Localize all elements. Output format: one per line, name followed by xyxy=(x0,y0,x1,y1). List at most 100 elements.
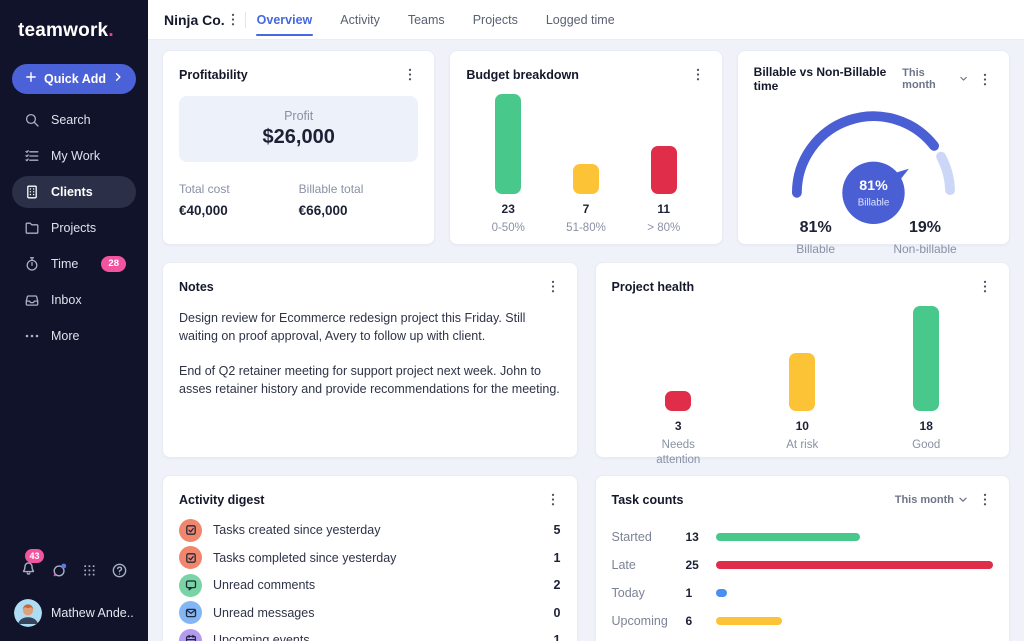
total-cost-metric: Total cost €40,000 xyxy=(179,182,299,218)
envelope-icon xyxy=(179,601,202,624)
digest-row-tasks-completed[interactable]: Tasks completed since yesterday 1 xyxy=(179,545,561,572)
chevron-down-icon xyxy=(959,497,967,503)
digest-row-upcoming-events[interactable]: Upcoming events 1 xyxy=(179,627,561,641)
kebab-menu-icon[interactable] xyxy=(545,277,561,296)
ellipsis-icon xyxy=(24,328,40,344)
task-status-label: Upcoming xyxy=(612,614,686,628)
task-status-label: Late xyxy=(612,558,686,572)
planner-orbit-icon[interactable] xyxy=(51,562,68,579)
project-health-card: Project health 3 Needs attention 10 At r xyxy=(595,262,1011,458)
activity-digest-card: Activity digest Tasks created since yest… xyxy=(162,475,578,641)
kebab-menu-icon[interactable] xyxy=(545,490,561,509)
logo-text: teamwork xyxy=(18,20,108,41)
time-badge: 28 xyxy=(101,256,126,272)
metric-label: Total cost xyxy=(179,182,299,196)
task-completed-icon xyxy=(179,546,202,569)
digest-value: 1 xyxy=(554,551,561,565)
chevron-right-icon xyxy=(112,70,124,88)
help-icon[interactable] xyxy=(111,562,128,579)
profitability-card: Profitability Profit $26,000 Total cost … xyxy=(162,50,435,245)
bar-column: 10 At risk xyxy=(745,306,859,468)
kebab-menu-icon[interactable] xyxy=(977,490,993,509)
tab-projects[interactable]: Projects xyxy=(472,9,519,31)
calendar-icon xyxy=(179,629,202,641)
task-row-started: Started 13 xyxy=(612,523,994,551)
kebab-menu-icon[interactable] xyxy=(690,65,706,84)
period-select[interactable]: This month xyxy=(902,67,967,91)
card-title: Budget breakdown xyxy=(466,68,579,82)
inbox-icon xyxy=(24,292,40,308)
billable-total-metric: Billable total €66,000 xyxy=(299,182,419,218)
card-title: Task counts xyxy=(612,493,684,507)
sidebar-item-more[interactable]: More xyxy=(12,320,136,352)
card-title: Activity digest xyxy=(179,493,264,507)
task-status-label: Today xyxy=(612,586,686,600)
bar-needs-attention xyxy=(665,391,691,411)
sidebar-item-my-work[interactable]: My Work xyxy=(12,140,136,172)
digest-label: Upcoming events xyxy=(213,633,310,641)
task-counts-bar-chart: Started 13 Late 25 Today 1 xyxy=(612,523,994,635)
metric-value: €66,000 xyxy=(299,203,419,218)
apps-grid-icon[interactable] xyxy=(82,563,97,578)
task-row-today: Today 1 xyxy=(612,579,994,607)
pct-value: 19% xyxy=(885,219,965,237)
period-label: This month xyxy=(902,67,955,91)
clients-icon xyxy=(24,184,40,200)
digest-row-tasks-created[interactable]: Tasks created since yesterday 5 xyxy=(179,517,561,544)
bar-column: 7 51-80% xyxy=(550,94,622,236)
tab-logged-time[interactable]: Logged time xyxy=(545,9,616,31)
tab-activity[interactable]: Activity xyxy=(339,9,381,31)
digest-row-unread-messages[interactable]: Unread messages 0 xyxy=(179,600,561,627)
page-title: Ninja Co. xyxy=(164,12,225,28)
tab-teams[interactable]: Teams xyxy=(407,9,446,31)
task-counts-card: Task counts This month Started 13 xyxy=(595,475,1011,641)
quick-add-label: Quick Add xyxy=(44,72,106,86)
sidebar-item-time[interactable]: Time 28 xyxy=(12,248,136,280)
sidebar-item-inbox[interactable]: Inbox xyxy=(12,284,136,316)
note-paragraph: Design review for Ecommerce redesign pro… xyxy=(179,309,561,345)
bar-category: Needs attention xyxy=(638,438,718,468)
card-title: Billable vs Non-Billable time xyxy=(754,65,903,93)
gauge-arc-nonbillable xyxy=(941,157,950,191)
kebab-menu-icon[interactable] xyxy=(977,277,993,296)
kebab-menu-icon[interactable] xyxy=(977,70,993,89)
activity-digest-list: Tasks created since yesterday 5 Tasks co… xyxy=(179,517,561,641)
gauge-center-label: Billable xyxy=(858,197,890,208)
teamwork-logo[interactable]: teamwork. xyxy=(0,0,148,42)
digest-row-unread-comments[interactable]: Unread comments 2 xyxy=(179,572,561,599)
stopwatch-icon xyxy=(24,256,40,272)
tab-bar: Overview Activity Teams Projects Logged … xyxy=(256,9,616,31)
bar-category: At risk xyxy=(786,438,818,453)
sidebar-item-search[interactable]: Search xyxy=(12,104,136,136)
sidebar-item-label: Inbox xyxy=(51,293,82,307)
task-count-value: 13 xyxy=(686,530,716,544)
notifications-bell-icon[interactable]: 43 xyxy=(20,559,37,581)
task-row-late: Late 25 xyxy=(612,551,994,579)
bar-value: 23 xyxy=(502,202,515,216)
billable-gauge-chart: 81% Billable 81% Billable 19% Non-billab… xyxy=(754,93,993,243)
digest-value: 0 xyxy=(554,606,561,620)
quick-add-button[interactable]: Quick Add xyxy=(12,64,136,94)
sidebar-item-projects[interactable]: Projects xyxy=(12,212,136,244)
bar-0-50 xyxy=(495,94,521,194)
user-name: Mathew Ande... xyxy=(51,606,134,620)
gauge-center-pct: 81% xyxy=(859,178,888,194)
profit-summary: Profit $26,000 xyxy=(179,96,418,162)
bar-value: 11 xyxy=(657,202,670,216)
profit-value: $26,000 xyxy=(263,126,335,149)
bar-51-80 xyxy=(573,164,599,194)
dashboard-content: Profitability Profit $26,000 Total cost … xyxy=(148,40,1024,641)
tab-overview[interactable]: Overview xyxy=(256,9,314,31)
bar-value: 7 xyxy=(583,202,590,216)
notes-card: Notes Design review for Ecommerce redesi… xyxy=(162,262,578,458)
user-menu[interactable]: Mathew Ande... xyxy=(14,599,134,627)
sidebar-item-label: More xyxy=(51,329,79,343)
metric-label: Billable total xyxy=(299,182,419,196)
client-kebab-menu[interactable] xyxy=(225,10,241,29)
period-select[interactable]: This month xyxy=(895,494,967,506)
digest-value: 1 xyxy=(554,633,561,641)
digest-value: 5 xyxy=(554,523,561,537)
billable-gauge: 81% Billable xyxy=(771,93,976,232)
sidebar-item-clients[interactable]: Clients xyxy=(12,176,136,208)
kebab-menu-icon[interactable] xyxy=(402,65,418,84)
